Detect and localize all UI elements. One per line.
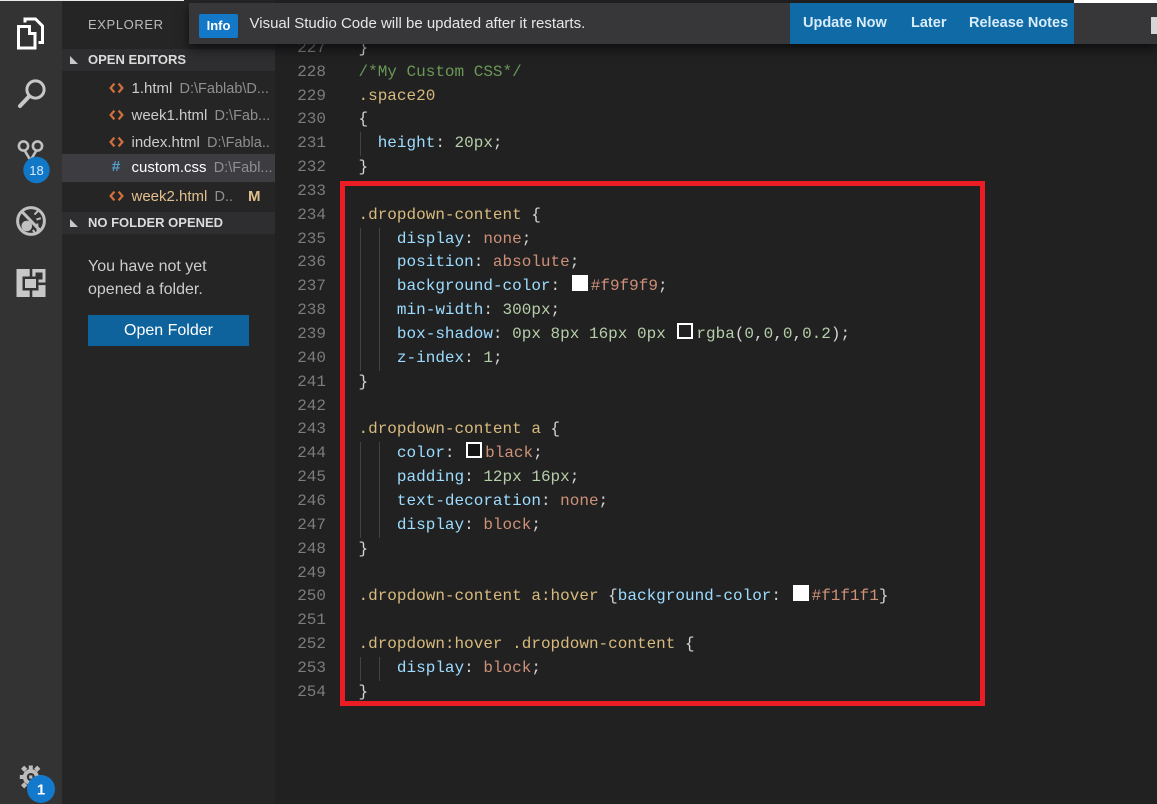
svg-text:18: 18	[29, 163, 43, 178]
svg-text:1: 1	[37, 782, 45, 799]
